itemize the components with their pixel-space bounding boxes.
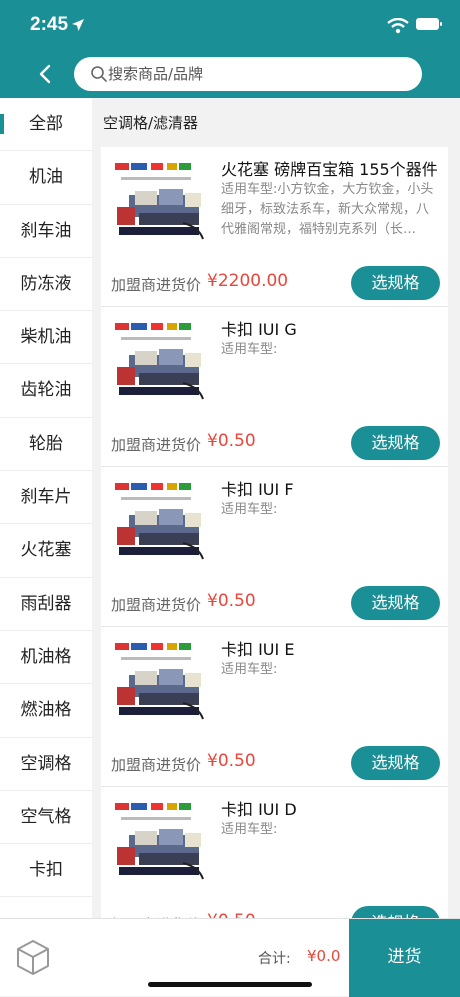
search-icon bbox=[91, 66, 107, 82]
select-spec-button[interactable]: 选规格 bbox=[351, 746, 440, 780]
search-input[interactable] bbox=[108, 57, 408, 91]
product-name[interactable]: 卡扣 IUI E bbox=[221, 636, 441, 660]
product-card[interactable]: 火花塞 磅牌百宝箱 155个器件 适用车型:小方钦金，大方钦金，小头细牙，标致法… bbox=[101, 147, 448, 307]
product-image[interactable] bbox=[113, 317, 213, 407]
product-price: ¥2200.00 bbox=[207, 271, 289, 291]
category-item[interactable]: 轮胎 bbox=[0, 418, 92, 472]
product-price: ¥0.50 bbox=[207, 751, 256, 771]
category-item[interactable]: 空调格 bbox=[0, 738, 92, 791]
product-price: ¥0.50 bbox=[207, 911, 256, 918]
home-indicator bbox=[148, 982, 312, 987]
product-image[interactable] bbox=[113, 477, 213, 567]
back-icon[interactable] bbox=[34, 60, 58, 88]
category-item[interactable]: 刹车片 bbox=[0, 471, 92, 525]
section-title: 空调格/滤清器 bbox=[103, 114, 199, 132]
status-time: 2:45 bbox=[30, 14, 69, 35]
price-label: 加盟商进货价 bbox=[111, 436, 202, 454]
product-image[interactable] bbox=[113, 157, 213, 247]
product-name[interactable]: 火花塞 磅牌百宝箱 155个器件 bbox=[221, 156, 441, 180]
cube-icon[interactable] bbox=[16, 939, 50, 975]
product-image[interactable] bbox=[113, 637, 213, 727]
product-price: ¥0.50 bbox=[207, 431, 256, 451]
category-item[interactable]: 机油格 bbox=[0, 631, 92, 685]
product-fit: 适用车型:小方钦金，大方钦金，小头细牙，标致法系车，新大众常规，八代雅阁常规，福… bbox=[221, 182, 434, 237]
category-item[interactable]: 机油 bbox=[0, 151, 92, 205]
wifi-icon bbox=[387, 18, 409, 34]
product-card[interactable]: 卡扣 IUI E 适用车型: 加盟商进货价 ¥0.50 选规格 bbox=[101, 627, 448, 787]
total-value: ¥0.0 bbox=[307, 947, 341, 965]
category-item[interactable]: 燃油格 bbox=[0, 684, 92, 738]
category-item[interactable]: 防冻液 bbox=[0, 258, 92, 312]
select-spec-button[interactable]: 选规格 bbox=[351, 426, 440, 460]
category-item[interactable]: 空气格 bbox=[0, 791, 92, 845]
price-label: 加盟商进货价 bbox=[111, 756, 202, 774]
location-arrow-icon bbox=[72, 19, 84, 31]
select-spec-button[interactable]: 选规格 bbox=[351, 266, 440, 300]
price-label: 加盟商进货价 bbox=[111, 596, 202, 614]
category-item-all[interactable]: 全部 bbox=[0, 98, 92, 152]
product-card[interactable]: 卡扣 IUI F 适用车型: 加盟商进货价 ¥0.50 选规格 bbox=[101, 467, 448, 627]
category-item[interactable]: 齿轮油 bbox=[0, 364, 92, 418]
category-item[interactable]: 火花塞 bbox=[0, 524, 92, 578]
product-card[interactable]: 卡扣 IUI D 适用车型: 加盟商进货价 ¥0.50 选规格 bbox=[101, 787, 448, 918]
price-label: 加盟商进货价 bbox=[111, 276, 202, 294]
product-name[interactable]: 卡扣 IUI D bbox=[221, 796, 441, 820]
category-item[interactable]: 柴机油 bbox=[0, 311, 92, 365]
product-list[interactable]: 火花塞 磅牌百宝箱 155个器件 适用车型:小方钦金，大方钦金，小头细牙，标致法… bbox=[101, 147, 448, 918]
category-item[interactable]: 刹车油 bbox=[0, 205, 92, 258]
select-spec-button[interactable]: 选规格 bbox=[351, 906, 440, 918]
select-spec-button[interactable]: 选规格 bbox=[351, 586, 440, 620]
category-sidebar: 全部 机油 刹车油 防冻液 柴机油 齿轮油 轮胎 刹车片 火花塞 雨刮器 机油格… bbox=[0, 98, 92, 918]
product-fit: 适用车型: bbox=[221, 342, 278, 357]
product-name[interactable]: 卡扣 IUI G bbox=[221, 316, 441, 340]
top-bar: 2:45 bbox=[0, 0, 460, 98]
category-item[interactable]: 卡扣 bbox=[0, 844, 92, 898]
product-fit: 适用车型: bbox=[221, 822, 278, 837]
total-label: 合计: bbox=[258, 951, 291, 967]
category-item[interactable]: 雨刮器 bbox=[0, 578, 92, 631]
battery-icon bbox=[416, 18, 442, 30]
product-card[interactable]: 卡扣 IUI G 适用车型: 加盟商进货价 ¥0.50 选规格 bbox=[101, 307, 448, 467]
product-fit: 适用车型: bbox=[221, 502, 278, 517]
product-fit: 适用车型: bbox=[221, 662, 278, 677]
product-price: ¥0.50 bbox=[207, 591, 256, 611]
search-bar[interactable] bbox=[74, 57, 422, 91]
purchase-button[interactable]: 进货 bbox=[349, 919, 460, 997]
product-image[interactable] bbox=[113, 797, 213, 887]
product-name[interactable]: 卡扣 IUI F bbox=[221, 476, 441, 500]
